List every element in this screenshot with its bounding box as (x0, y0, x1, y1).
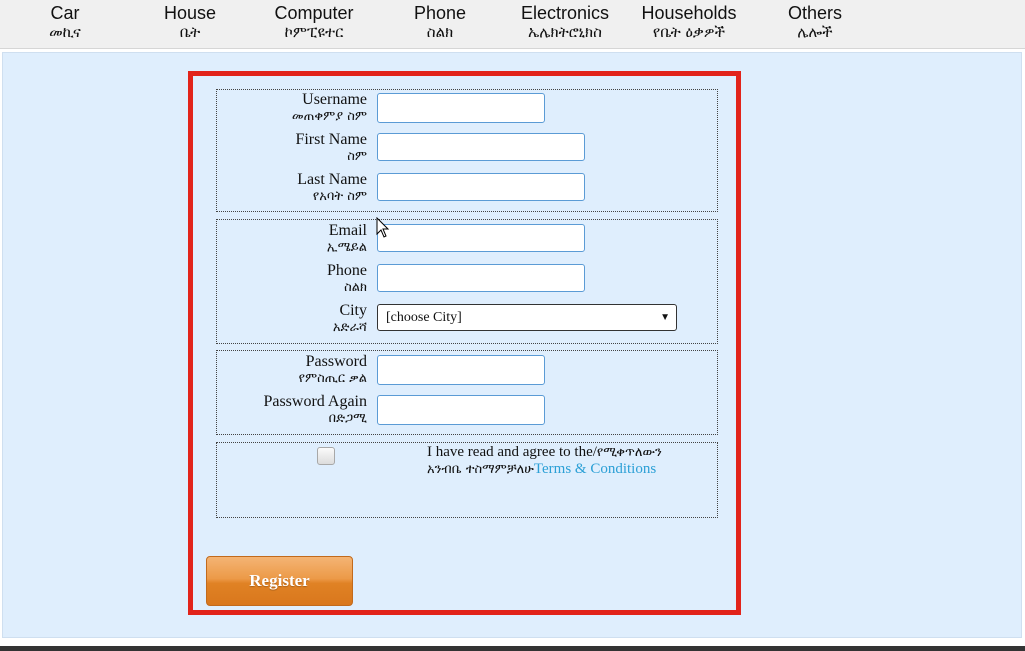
nav-label-am: ሌሎች (797, 23, 833, 41)
nav-item-households[interactable]: Households የቤት ዕቃዎች (629, 3, 749, 42)
city-select[interactable]: [choose City] ▼ (377, 304, 677, 331)
nav-item-house[interactable]: House ቤት (130, 3, 250, 42)
email-input[interactable] (377, 224, 585, 252)
terms-checkbox[interactable] (317, 447, 335, 465)
last-name-label: Last Name የአባት ስም (297, 171, 367, 205)
email-label: Email ኢሜይል (327, 222, 367, 256)
password-input[interactable] (377, 355, 545, 385)
nav-label-am: ስልክ (426, 23, 454, 41)
nav-label-am: መኪና (49, 23, 81, 41)
nav-label-am: የቤት ዕቃዎች (652, 23, 726, 41)
mouse-cursor-icon (376, 217, 390, 238)
bottom-bar (0, 646, 1025, 651)
nav-label-am: ቤት (179, 23, 201, 41)
password-again-label: Password Again በድጋሚ (263, 393, 367, 427)
nav-label-en: Electronics (520, 3, 610, 23)
first-name-input[interactable] (377, 133, 585, 161)
label-am: የምስጢር ቃል (298, 371, 367, 386)
nav-label-am: ኮምፒዩተር (284, 23, 344, 41)
label-am: መጠቀምያ ስም (291, 109, 367, 124)
register-button[interactable]: Register (206, 556, 353, 606)
top-nav: Car መኪና House ቤት Computer ኮምፒዩተር Phone ስልክ E… (0, 0, 1025, 49)
city-label: City አድራሻ (333, 302, 367, 336)
phone-label: Phone ስልክ (327, 262, 367, 296)
terms-link[interactable]: Terms & Conditions (534, 461, 656, 477)
nav-label-en: Computer (274, 3, 354, 23)
nav-label-en: Households (641, 3, 737, 23)
label-am: ስልክ (344, 280, 367, 295)
phone-input[interactable] (377, 264, 585, 292)
city-selected-value: [choose City] (386, 310, 462, 325)
nav-label-en: Others (787, 3, 843, 23)
password-label: Password የምስጢር ቃል (299, 353, 367, 387)
nav-label-en: Car (50, 3, 80, 23)
password-again-input[interactable] (377, 395, 545, 425)
nav-label-en: House (163, 3, 217, 23)
terms-text-en: I have read and agree to the/ (427, 444, 597, 460)
label-en: Phone (327, 262, 367, 279)
nav-item-computer[interactable]: Computer ኮምፒዩተር (254, 3, 374, 42)
nav-label-en: Phone (413, 3, 467, 23)
nav-item-car[interactable]: Car መኪና (5, 3, 125, 42)
dropdown-arrow-icon: ▼ (660, 312, 670, 323)
label-am: የአባት ስም (312, 189, 367, 204)
nav-label-am: ኤሌክትሮኒክስ (528, 23, 602, 41)
label-en: Email (328, 222, 367, 239)
label-en: First Name (295, 131, 367, 148)
label-am: በድጋሚ (328, 411, 367, 426)
label-am: ስም (347, 149, 367, 164)
last-name-input[interactable] (377, 173, 585, 201)
label-en: Username (302, 91, 367, 108)
label-en: Last Name (297, 171, 367, 188)
nav-item-electronics[interactable]: Electronics ኤሌክትሮኒክስ (505, 3, 625, 42)
label-en: Password Again (263, 393, 367, 410)
label-en: City (339, 302, 367, 319)
label-en: Password (305, 353, 367, 370)
nav-item-phone[interactable]: Phone ስልክ (380, 3, 500, 42)
label-am: አድራሻ (332, 320, 367, 335)
label-am: ኢሜይል (326, 240, 367, 255)
username-input[interactable] (377, 93, 545, 123)
nav-item-others[interactable]: Others ሌሎች (755, 3, 875, 42)
username-label: Username መጠቀምያ ስም (292, 91, 367, 125)
first-name-label: First Name ስም (295, 131, 367, 165)
terms-text: I have read and agree to the/የሚቀጥለውን አንብ… (427, 444, 697, 478)
